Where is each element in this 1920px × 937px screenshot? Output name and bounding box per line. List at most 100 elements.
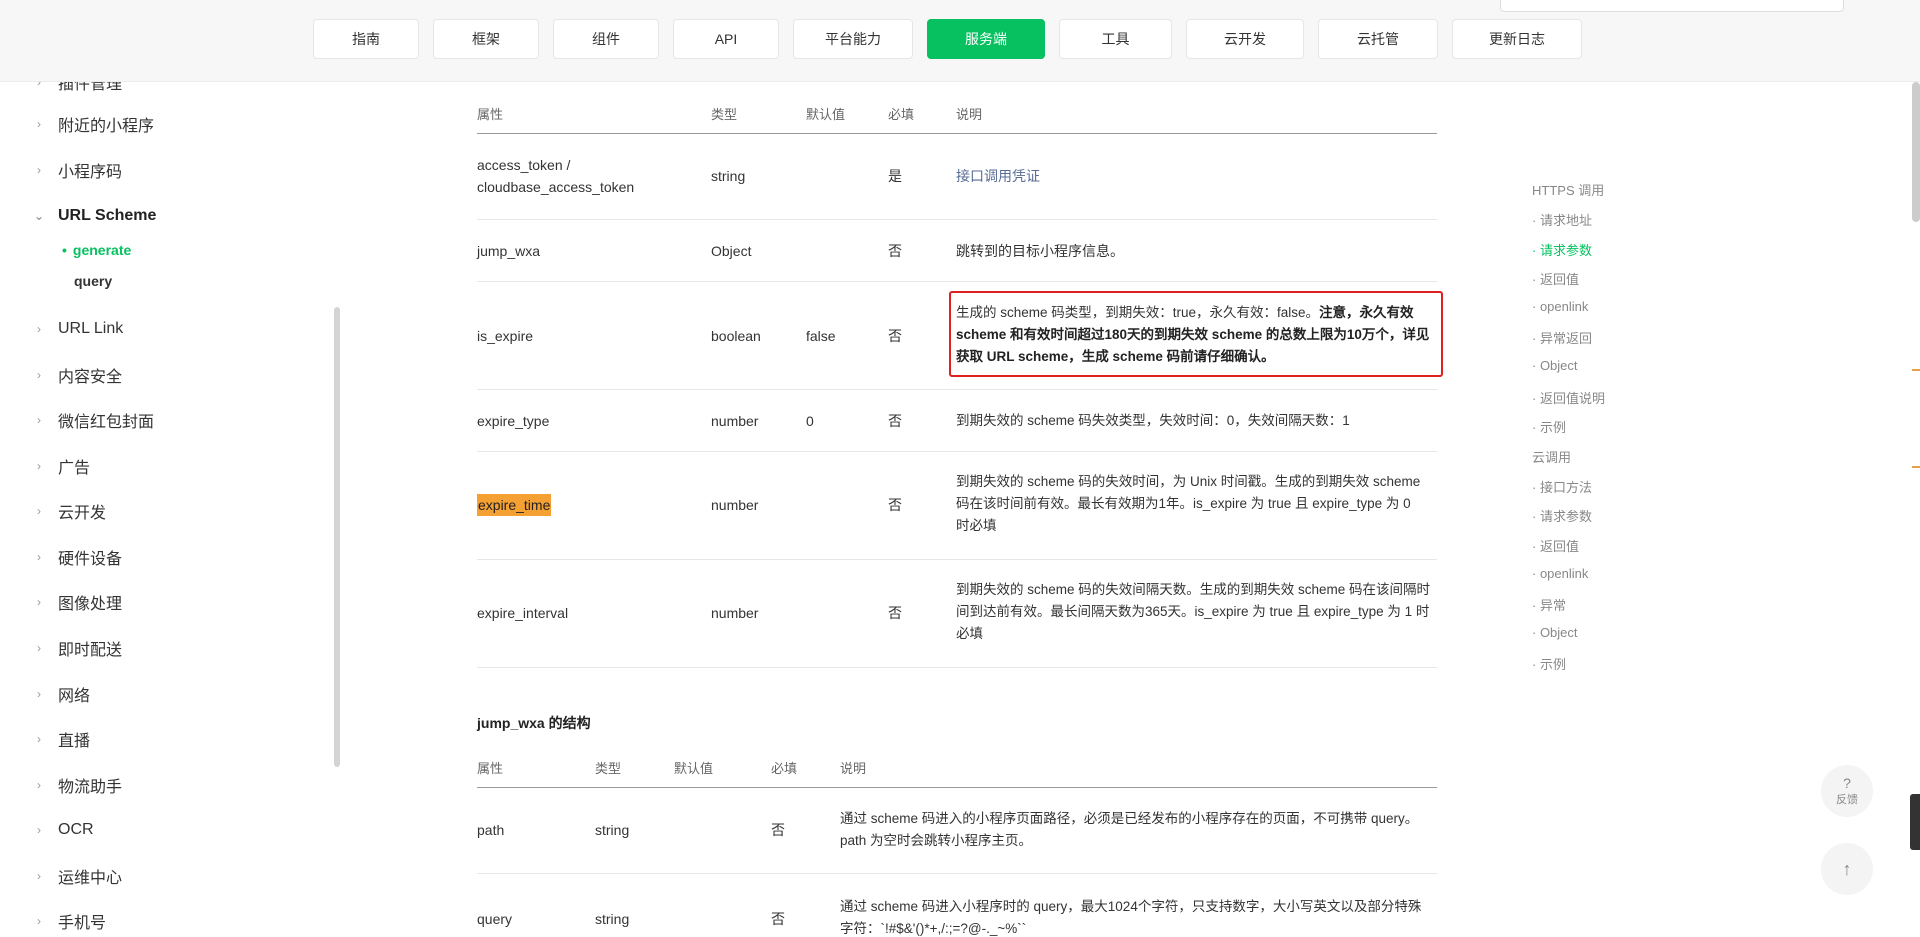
back-to-top-button[interactable]: ↑	[1821, 843, 1873, 895]
nav-tab-server[interactable]: 服务端	[927, 19, 1045, 59]
col-header-name: 属性	[477, 107, 504, 122]
chevron-right-icon: ›	[37, 413, 41, 427]
col-header-type: 类型	[711, 107, 738, 122]
params-table-header: 属性 类型 默认值 必填 说明	[477, 98, 1437, 134]
toc-item[interactable]: · 异常返回	[1532, 328, 1592, 347]
sidebar-item-live[interactable]: › 直播	[32, 727, 90, 751]
sidebar-item-label: 硬件设备	[58, 551, 123, 568]
sidebar-item-url-scheme[interactable]: ⌄ URL Scheme	[32, 204, 156, 228]
sidebar-item-label: 图像处理	[58, 596, 123, 613]
param-name: path	[477, 822, 505, 838]
param-type: number	[711, 413, 759, 429]
nav-tab-changelog[interactable]: 更新日志	[1452, 19, 1582, 59]
sidebar-item-hardware[interactable]: › 硬件设备	[32, 545, 122, 569]
chevron-right-icon: ›	[37, 550, 41, 564]
access-token-link[interactable]: 接口调用凭证	[956, 165, 1040, 187]
sidebar-item-network[interactable]: › 网络	[32, 682, 90, 706]
chevron-right-icon: ›	[37, 778, 41, 792]
chevron-right-icon: ›	[37, 732, 41, 746]
nav-tab-framework[interactable]: 框架	[433, 19, 539, 59]
nav-tab-platform[interactable]: 平台能力	[793, 19, 913, 59]
sidebar-item-label: 插件管理	[58, 82, 123, 93]
table-row: jump_wxa Object 否 跳转到的目标小程序信息。	[477, 220, 1437, 282]
toc-item[interactable]: · Object	[1532, 625, 1578, 640]
sidebar-item-label: 直播	[58, 733, 91, 750]
sidebar-item-plugin[interactable]: › 插件管理	[32, 82, 122, 94]
sidebar-item-logistics[interactable]: › 物流助手	[32, 773, 122, 797]
param-required: 否	[888, 497, 902, 513]
param-name: expire_interval	[477, 605, 569, 621]
toc-item[interactable]: · 示例	[1532, 417, 1566, 436]
feedback-button[interactable]: ? 反馈	[1821, 765, 1873, 817]
chevron-right-icon: ›	[37, 823, 41, 837]
toc-item[interactable]: · 接口方法	[1532, 477, 1592, 496]
toc-item[interactable]: · 示例	[1532, 654, 1566, 673]
nav-tab-tools[interactable]: 工具	[1059, 19, 1172, 59]
toc-item[interactable]: · 返回值说明	[1532, 388, 1605, 407]
nav-tab-guide[interactable]: 指南	[313, 19, 419, 59]
param-name: access_token / cloudbase_access_token	[477, 157, 635, 195]
nav-tab-cloud-hosting[interactable]: 云托管	[1318, 19, 1438, 59]
get-url-scheme-link[interactable]: 获取 URL scheme	[956, 349, 1068, 364]
jump-wxa-table-header: 属性 类型 默认值 必填 说明	[477, 752, 1437, 788]
toc-item[interactable]: · openlink	[1532, 299, 1588, 314]
toc-item[interactable]: · 请求参数	[1532, 506, 1592, 525]
param-default: 0	[806, 413, 814, 429]
chevron-right-icon: ›	[37, 368, 41, 382]
sidebar-item-url-link[interactable]: › URL Link	[32, 317, 123, 341]
toc-item[interactable]: · 返回值	[1532, 269, 1579, 288]
sidebar-scrollbar[interactable]	[334, 307, 340, 767]
toc-item[interactable]: · 返回值	[1532, 536, 1579, 555]
col-header-required: 必填	[771, 761, 798, 776]
sidebar-item-image[interactable]: › 图像处理	[32, 590, 122, 614]
sidebar-item-nearby[interactable]: › 附近的小程序	[32, 112, 154, 136]
param-desc: 通过 scheme 码进入的小程序页面路径，必须是已经发布的小程序存在的页面，不…	[840, 811, 1419, 848]
sidebar-item-ocr[interactable]: › OCR	[32, 818, 94, 842]
chevron-right-icon: ›	[37, 504, 41, 518]
toc-item-cloud-call[interactable]: 云调用	[1532, 447, 1571, 466]
toc-item-active[interactable]: · 请求参数	[1532, 240, 1592, 259]
param-type: boolean	[711, 328, 761, 344]
sidebar-item-content-security[interactable]: › 内容安全	[32, 363, 122, 387]
sidebar-item-qrcode[interactable]: › 小程序码	[32, 158, 122, 182]
chevron-right-icon: ›	[37, 914, 41, 928]
sidebar-item-label: 内容安全	[58, 369, 123, 386]
side-widget[interactable]	[1910, 794, 1920, 850]
chevron-right-icon: ›	[37, 641, 41, 655]
chevron-down-icon: ⌄	[33, 209, 45, 223]
sidebar-item-delivery[interactable]: › 即时配送	[32, 636, 122, 660]
param-name-highlighted: expire_time	[477, 494, 552, 516]
sidebar-item-label: 云开发	[58, 505, 107, 522]
toc-item-https[interactable]: HTTPS 调用	[1532, 180, 1604, 199]
table-row: access_token / cloudbase_access_token st…	[477, 134, 1437, 220]
sidebar-subitem-generate[interactable]: • generate	[62, 240, 131, 260]
col-header-required: 必填	[888, 107, 915, 122]
toc-item[interactable]: · openlink	[1532, 566, 1588, 581]
sidebar-item-label: 网络	[58, 688, 91, 705]
sidebar-subitem-query[interactable]: query	[74, 271, 112, 291]
chevron-right-icon: ›	[37, 117, 41, 131]
sidebar-item-label: 物流助手	[58, 779, 123, 796]
nav-tab-api[interactable]: API	[673, 19, 779, 59]
sidebar-item-phone[interactable]: › 手机号	[32, 909, 106, 933]
toc-item[interactable]: · 异常	[1532, 595, 1566, 614]
sidebar-item-label: 微信红包封面	[58, 414, 155, 431]
param-required: 否	[771, 911, 785, 927]
toc-item[interactable]: · 请求地址	[1532, 210, 1592, 229]
sidebar-item-red-packet[interactable]: › 微信红包封面	[32, 408, 154, 432]
sidebar-item-ops[interactable]: › 运维中心	[32, 864, 122, 888]
table-row: expire_time number 否 到期失效的 scheme 码的失效时间…	[477, 452, 1437, 560]
table-row: query string 否 通过 scheme 码进入小程序时的 query，…	[477, 874, 1437, 937]
sidebar-item-ads[interactable]: › 广告	[32, 454, 90, 478]
sidebar-item-label: 运维中心	[58, 870, 123, 887]
chevron-right-icon: ›	[37, 595, 41, 609]
col-header-desc: 说明	[840, 761, 867, 776]
sidebar-item-label: OCR	[58, 821, 94, 838]
nav-tab-components[interactable]: 组件	[553, 19, 659, 59]
nav-tab-cloud-dev[interactable]: 云开发	[1186, 19, 1304, 59]
page-scrollbar[interactable]	[1912, 82, 1920, 222]
sidebar-item-cloud-dev[interactable]: › 云开发	[32, 499, 106, 523]
param-type: string	[711, 168, 746, 184]
search-box[interactable]	[1500, 0, 1844, 12]
toc-item[interactable]: · Object	[1532, 358, 1578, 373]
